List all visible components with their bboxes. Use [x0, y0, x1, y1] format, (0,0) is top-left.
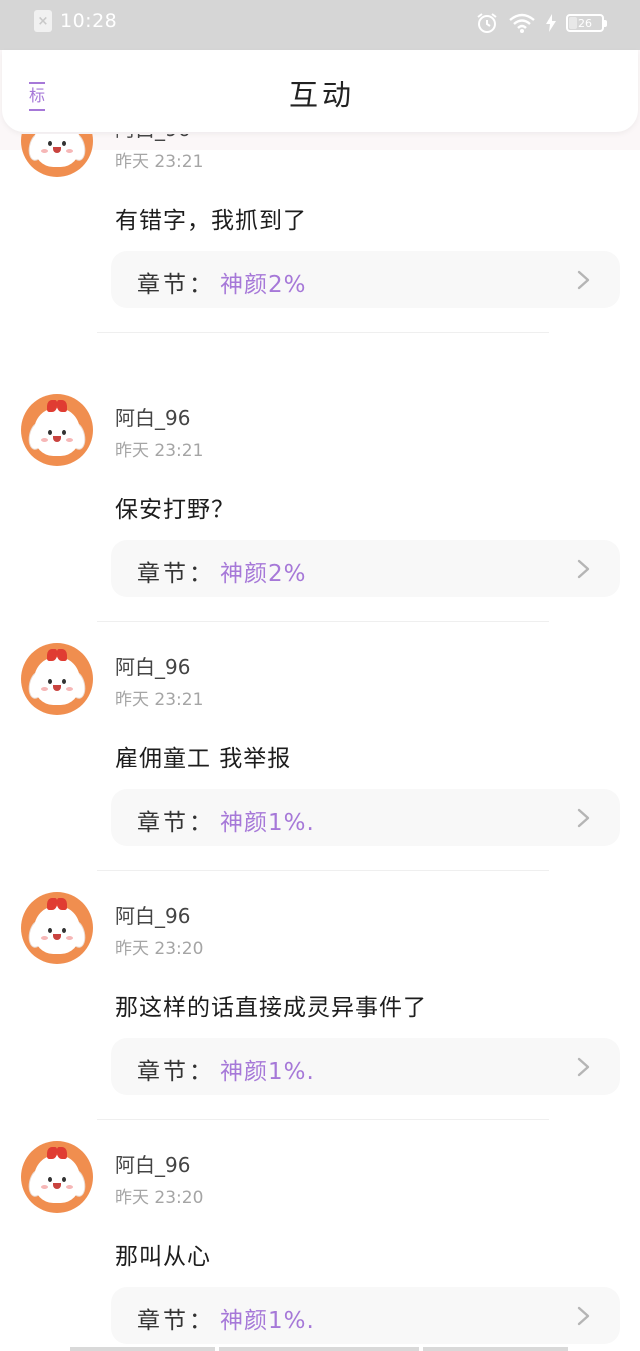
comment-divider	[97, 870, 549, 871]
comment-divider	[97, 332, 549, 333]
avatar-blush-left	[41, 149, 48, 153]
chapter-link[interactable]: 章节： 神颜2%	[111, 540, 620, 597]
chapter-link[interactable]: 章节： 神颜2%	[111, 251, 620, 308]
comment-feed[interactable]: 阿白_96 昨天 23:21 有错字，我抓到了 章节： 神颜2%	[0, 134, 640, 1351]
avatar-blush-right	[66, 438, 73, 442]
status-bar: × 10:28 26	[0, 0, 640, 50]
avatar-face	[34, 408, 80, 456]
comment-item: 阿白_96 昨天 23:21 雇佣童工 我举报 章节： 神颜1%.	[0, 643, 640, 893]
chapter-title: 神颜1%.	[220, 810, 315, 836]
battery-level: 26	[578, 16, 592, 30]
comment-divider	[97, 621, 549, 622]
status-time: 10:28	[60, 10, 118, 32]
avatar[interactable]	[21, 643, 93, 715]
avatar-eye-left	[48, 430, 52, 435]
timestamp: 昨天 23:21	[115, 152, 204, 172]
avatar-blush-left	[41, 687, 48, 691]
avatar-eye-left	[48, 141, 52, 146]
comment-item: 阿白_96 昨天 23:21 有错字，我抓到了 章节： 神颜2%	[0, 134, 640, 355]
status-left: × 10:28	[34, 10, 117, 32]
username[interactable]: 阿白_96	[115, 134, 190, 142]
avatar-bow	[47, 898, 67, 910]
comment-item: 阿白_96 昨天 23:21 保安打野？ 章节： 神颜2%	[0, 394, 640, 644]
chapter-label: 章节：	[137, 810, 215, 836]
chevron-right-icon	[577, 559, 590, 579]
comment-text: 那这样的话直接成灵异事件了	[115, 995, 427, 1021]
chapter-label: 章节：	[137, 561, 215, 587]
chevron-right-icon	[577, 270, 590, 290]
battery-icon: 26	[566, 14, 607, 32]
username[interactable]: 阿白_96	[115, 402, 190, 431]
chapter-title: 神颜2%	[220, 561, 307, 587]
avatar-blush-right	[66, 149, 73, 153]
avatar-bow	[47, 1147, 67, 1159]
status-right: 26	[476, 12, 607, 34]
avatar-eye-left	[48, 1177, 52, 1182]
avatar[interactable]	[21, 394, 93, 466]
avatar-blush-right	[66, 936, 73, 940]
chevron-right-icon	[577, 808, 590, 828]
username[interactable]: 阿白_96	[115, 651, 190, 680]
alarm-icon	[477, 13, 497, 33]
chapter-title: 神颜1%.	[220, 1059, 315, 1085]
chapter-link[interactable]: 章节： 神颜1%.	[111, 789, 620, 846]
chapter-label: 章节：	[137, 1059, 215, 1085]
comment-divider	[97, 1119, 549, 1120]
timestamp: 昨天 23:20	[115, 1188, 204, 1208]
notification-closed-icon: ×	[34, 10, 52, 32]
username[interactable]: 阿白_96	[115, 1149, 190, 1178]
avatar-eye-right	[62, 430, 66, 435]
avatar-face	[34, 1155, 80, 1203]
chapter-label: 章节：	[137, 272, 215, 298]
avatar-eye-right	[62, 1177, 66, 1182]
chapter-label: 章节：	[137, 1308, 215, 1334]
charging-icon	[546, 14, 556, 32]
avatar-eye-left	[48, 679, 52, 684]
bottom-indicator	[70, 1347, 570, 1351]
comment-item: 阿白_96 昨天 23:20 那叫从心 章节： 神颜1%.	[0, 1141, 640, 1351]
indicator-segment	[423, 1347, 568, 1351]
wifi-icon	[509, 13, 535, 33]
chapter-link[interactable]: 章节： 神颜1%.	[111, 1287, 620, 1344]
comment-text: 那叫从心	[115, 1244, 211, 1270]
avatar-blush-right	[66, 687, 73, 691]
avatar-blush-left	[41, 936, 48, 940]
timestamp: 昨天 23:20	[115, 939, 204, 959]
username[interactable]: 阿白_96	[115, 900, 190, 929]
avatar-face	[34, 657, 80, 705]
avatar-eye-right	[62, 928, 66, 933]
avatar-eye-right	[62, 679, 66, 684]
comment-text: 有错字，我抓到了	[115, 208, 307, 234]
avatar-eye-left	[48, 928, 52, 933]
chapter-link[interactable]: 章节： 神颜1%.	[111, 1038, 620, 1095]
avatar[interactable]	[21, 892, 93, 964]
avatar-blush-left	[41, 1185, 48, 1189]
avatar[interactable]	[21, 1141, 93, 1213]
battery-fill	[569, 17, 577, 29]
chevron-right-icon	[577, 1306, 590, 1326]
chevron-right-icon	[577, 1057, 590, 1077]
chapter-title: 神颜2%	[220, 272, 307, 298]
timestamp: 昨天 23:21	[115, 441, 204, 461]
comment-item: 阿白_96 昨天 23:20 那这样的话直接成灵异事件了 章节： 神颜1%.	[0, 892, 640, 1142]
indicator-segment	[219, 1347, 419, 1351]
header-card: 标 互动	[2, 50, 638, 132]
avatar-blush-left	[41, 438, 48, 442]
avatar-eye-right	[62, 141, 66, 146]
avatar-face	[34, 906, 80, 954]
indicator-segment	[70, 1347, 215, 1351]
avatar-bow	[47, 400, 67, 412]
page-title: 互动	[288, 78, 355, 112]
avatar[interactable]	[21, 134, 93, 177]
chapter-title: 神颜1%.	[220, 1308, 315, 1334]
timestamp: 昨天 23:21	[115, 690, 204, 710]
comment-text: 保安打野？	[115, 497, 235, 523]
avatar-blush-right	[66, 1185, 73, 1189]
comment-text: 雇佣童工 我举报	[115, 746, 292, 772]
avatar-bow	[47, 649, 67, 661]
